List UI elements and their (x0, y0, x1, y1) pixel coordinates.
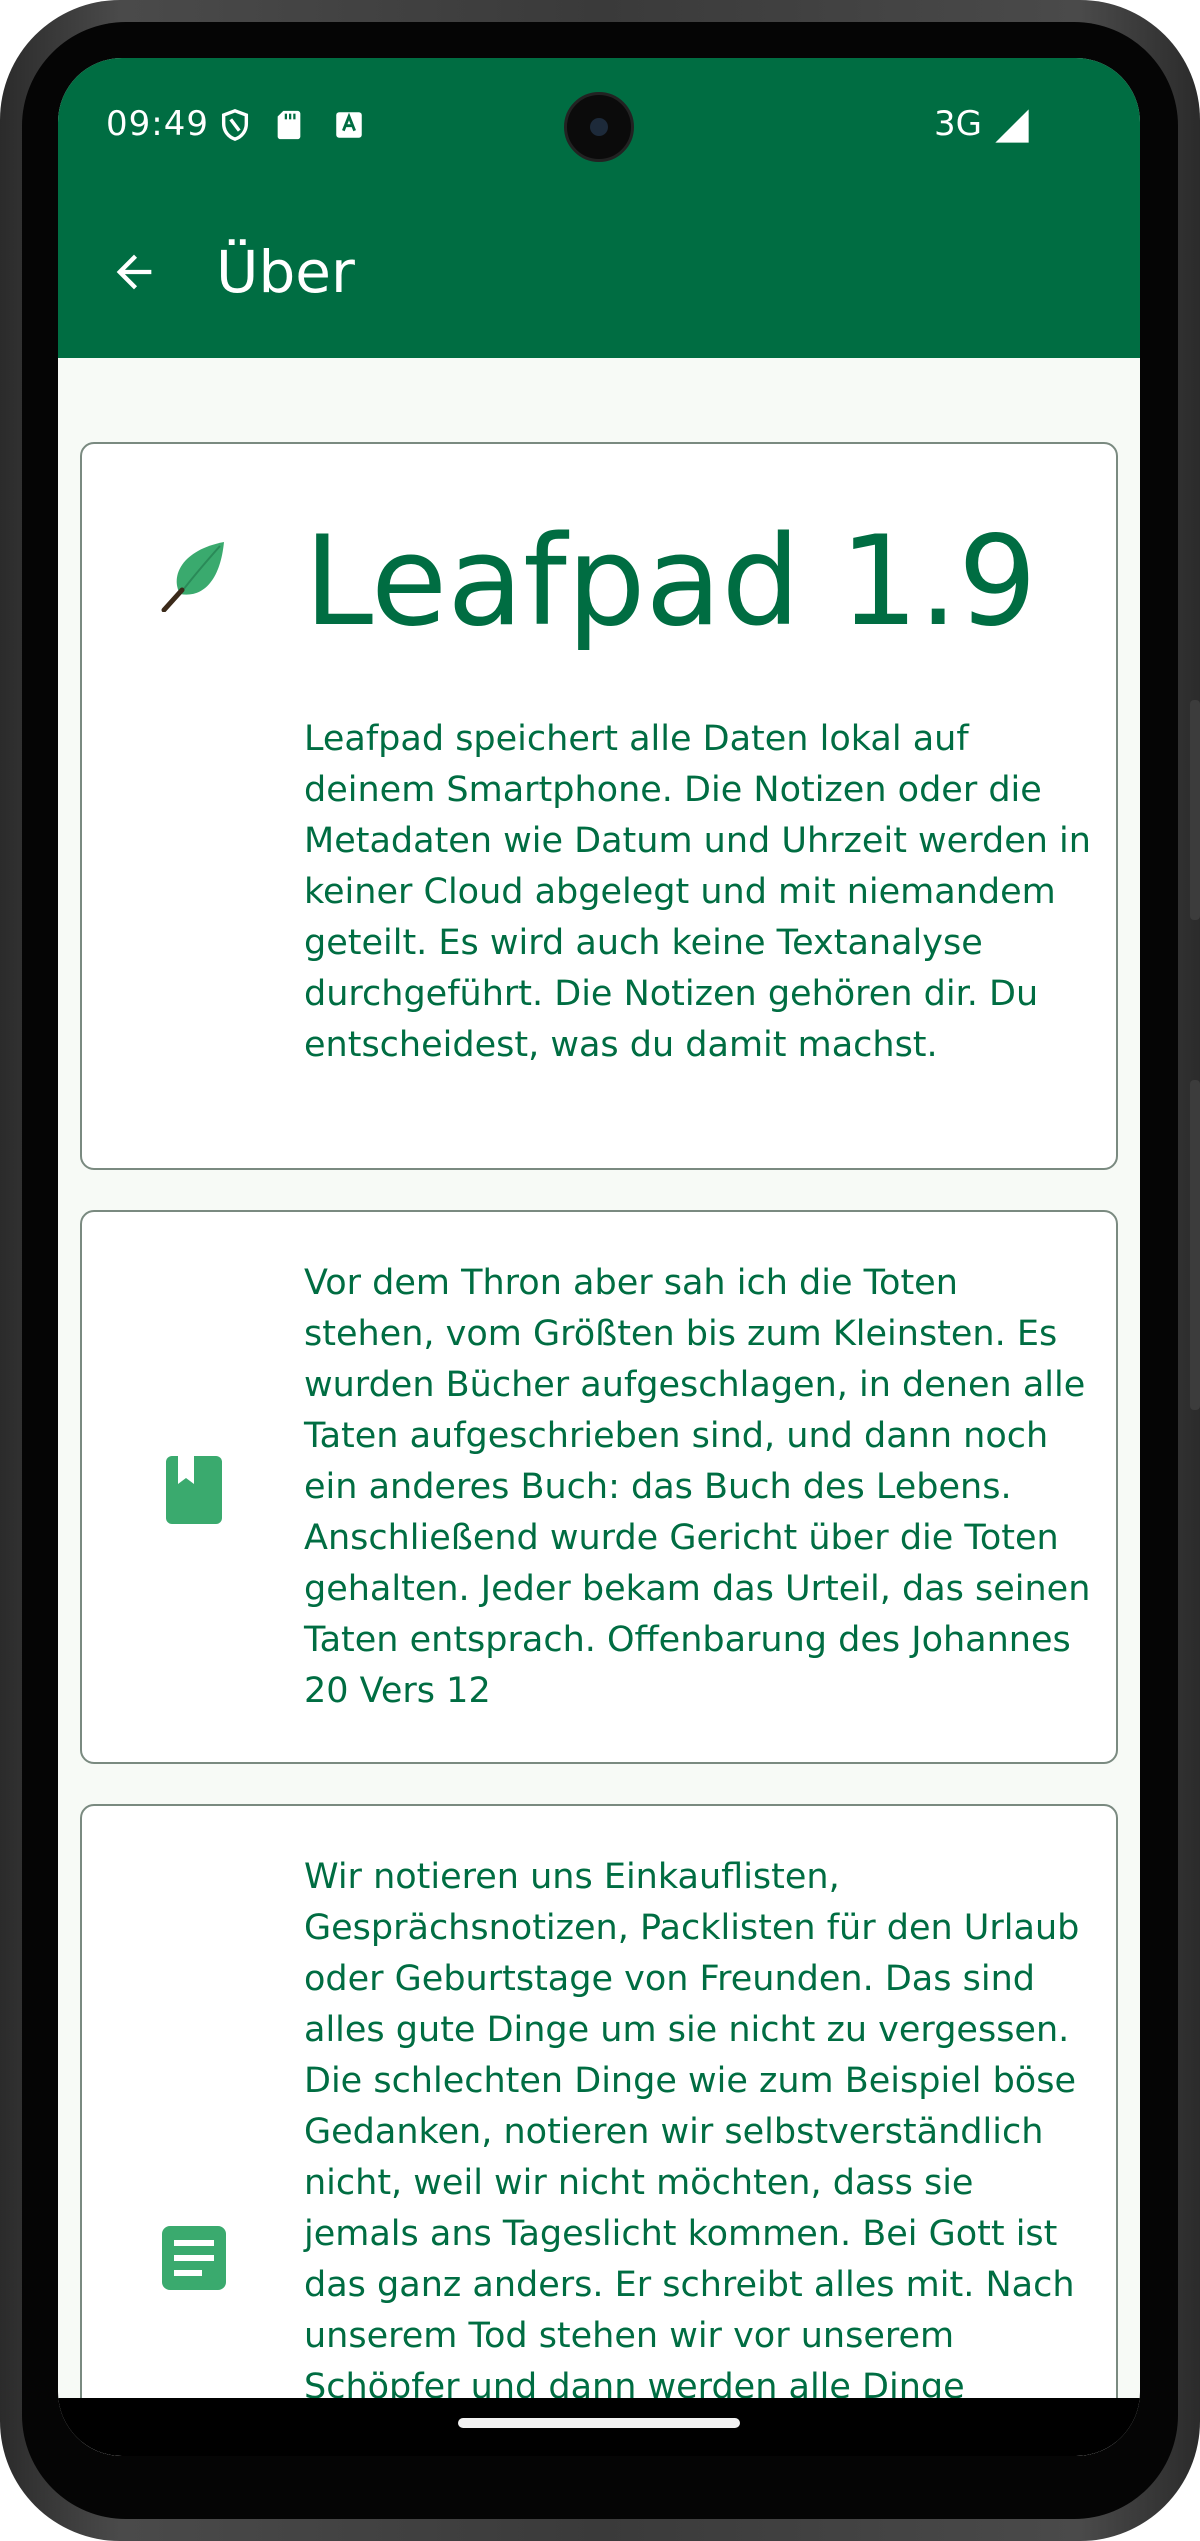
app-info-card: Leafpad 1.9 Leafpad speichert alle Daten… (80, 442, 1118, 1170)
page-title: Über (216, 238, 355, 306)
book-icon (166, 1456, 222, 1524)
app-bar: Über (58, 188, 1140, 358)
privacy-text: Leafpad speichert alle Daten lokal auf d… (304, 719, 1091, 1065)
verse-card: Vor dem Thron aber sah ich die Toten ste… (80, 1210, 1118, 1764)
about-content[interactable]: Leafpad 1.9 Leafpad speichert alle Daten… (58, 358, 1140, 2456)
home-gesture-handle[interactable] (458, 2418, 740, 2428)
network-type: 3G (934, 104, 982, 144)
shield-icon (221, 109, 249, 141)
leaf-icon (161, 542, 224, 612)
navigation-bar (58, 2398, 1140, 2456)
status-time: 09:49 (106, 104, 209, 144)
verse-text: Vor dem Thron aber sah ich die Toten ste… (304, 1263, 1091, 1711)
front-camera (564, 92, 634, 162)
signal-icon (995, 109, 1029, 143)
power-button (1190, 700, 1200, 920)
keyboard-a-icon (336, 112, 362, 138)
notes-card: Wir notieren uns Einkauflisten, Gespräch… (80, 1804, 1118, 2456)
arrow-left-icon (116, 254, 152, 290)
back-button[interactable] (98, 236, 170, 308)
note-icon (162, 2226, 226, 2290)
app-name-version: Leafpad 1.9 (304, 510, 1037, 654)
notes-text: Wir notieren uns Einkauflisten, Gespräch… (304, 1857, 1080, 2456)
sd-card-icon (277, 110, 301, 140)
screen: 09:49 3G Über Leafpad 1.9 Leafpad speich… (58, 58, 1140, 2456)
status-bar: 09:49 3G (58, 58, 1140, 188)
device-frame: 09:49 3G Über Leafpad 1.9 Leafpad speich… (0, 0, 1200, 2541)
volume-button (1190, 1080, 1200, 1410)
